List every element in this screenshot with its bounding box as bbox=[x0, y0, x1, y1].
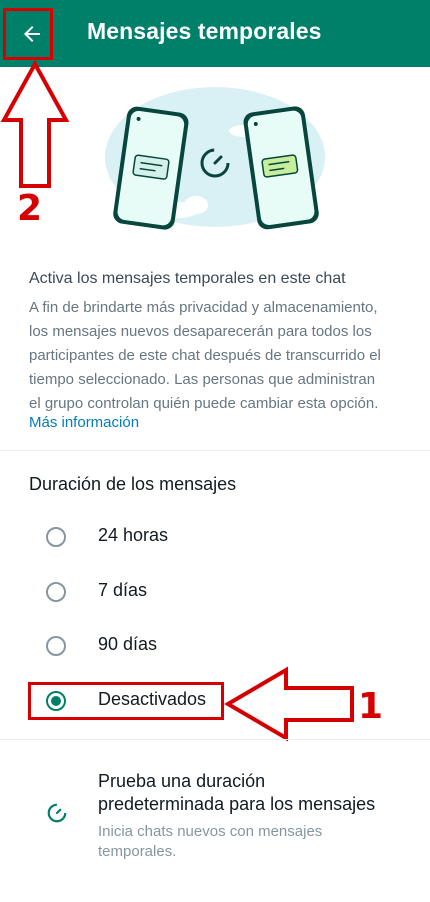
info-title: Activa los mensajes temporales en este c… bbox=[29, 270, 346, 287]
info-line: los mensajes nuevos desaparecerán para t… bbox=[29, 323, 372, 340]
info-description: A fin de brindarte más privacidad y alma… bbox=[29, 296, 404, 416]
duration-section-title: Duración de los mensajes bbox=[29, 474, 237, 494]
radio-button[interactable] bbox=[46, 527, 66, 547]
info-line: el grupo controlan quién puede cambiar e… bbox=[29, 395, 379, 412]
info-line: A fin de brindarte más privacidad y alma… bbox=[29, 299, 378, 316]
title-line: Prueba una duración bbox=[98, 771, 266, 791]
default-duration-title: Prueba una duración predeterminada para … bbox=[98, 770, 408, 816]
radio-button[interactable] bbox=[46, 636, 66, 656]
option-label: 24 horas bbox=[98, 525, 169, 545]
annotation-number-1: 1 bbox=[358, 686, 384, 727]
annotation-box-back bbox=[3, 8, 53, 60]
divider bbox=[0, 739, 430, 740]
info-line: tiempo seleccionado. Las personas que ad… bbox=[29, 371, 376, 388]
option-7-days[interactable]: 7 días bbox=[0, 565, 430, 619]
info-line: participantes de este chat después de tr… bbox=[29, 347, 381, 364]
annotation-arrow-left bbox=[224, 666, 354, 742]
phones-timer-illustration bbox=[105, 87, 325, 230]
default-duration-row[interactable]: Prueba una duración predeterminada para … bbox=[0, 760, 430, 870]
more-info-link[interactable]: Más información bbox=[29, 414, 139, 431]
subtitle-line: temporales. bbox=[98, 843, 177, 860]
option-label: 90 días bbox=[98, 634, 158, 654]
option-90-days[interactable]: 90 días bbox=[0, 619, 430, 673]
radio-button[interactable] bbox=[46, 582, 66, 602]
divider bbox=[0, 450, 430, 451]
page-title: Mensajes temporales bbox=[87, 18, 322, 44]
subtitle-line: Inicia chats nuevos con mensajes bbox=[98, 823, 323, 840]
option-24-hours[interactable]: 24 horas bbox=[0, 510, 430, 564]
title-line: predeterminada para los mensajes bbox=[98, 794, 376, 814]
app-bar: Mensajes temporales bbox=[0, 0, 430, 67]
default-duration-subtitle: Inicia chats nuevos con mensajes tempora… bbox=[98, 822, 398, 862]
annotation-box-option bbox=[28, 682, 224, 720]
option-label: 7 días bbox=[98, 580, 148, 600]
timer-icon bbox=[47, 803, 67, 823]
